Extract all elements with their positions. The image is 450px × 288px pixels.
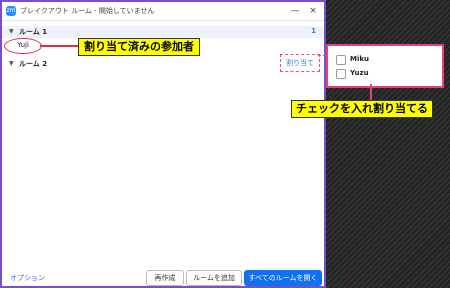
room-name: ルーム 1 [19, 28, 48, 36]
room-participant-count: 1 [311, 27, 316, 35]
minimize-icon[interactable]: — [288, 5, 302, 17]
options-link[interactable]: オプション [10, 273, 45, 283]
recreate-button[interactable]: 再作成 [146, 270, 184, 286]
participant-yuji[interactable]: Yuji [4, 38, 42, 54]
assigned-participant-callout: 割り当て済みの参加者 [78, 38, 200, 56]
zoom-app-icon: zm [6, 6, 16, 16]
checkbox[interactable] [336, 69, 346, 79]
checkbox[interactable] [336, 55, 346, 65]
assign-link-room-2[interactable]: 割り当て [280, 54, 320, 72]
dashed-connector [318, 55, 326, 56]
participant-option-label: Yuzu [350, 69, 369, 77]
participant-name: Yuji [17, 41, 29, 49]
room-row-1[interactable]: ▼ ルーム 1 1 [2, 26, 324, 38]
caret-down-icon[interactable]: ▼ [9, 28, 14, 35]
open-all-rooms-button[interactable]: すべてのルームを開く [244, 270, 322, 286]
participant-option-label: Miku [350, 55, 370, 63]
title-bar: zm ブレイクアウト ルーム - 開始していません — × [2, 2, 324, 21]
assign-popup: Miku Yuzu [326, 44, 444, 88]
close-icon[interactable]: × [306, 5, 320, 17]
room-name: ルーム 2 [19, 60, 48, 68]
add-room-button[interactable]: ルームを追加 [186, 270, 242, 286]
check-assign-callout: チェックを入れ割り当てる [291, 100, 433, 118]
window-title: ブレイクアウト ルーム - 開始していません [20, 7, 155, 15]
room-row-2[interactable]: ▼ ルーム 2 [2, 58, 324, 70]
caret-down-icon[interactable]: ▼ [9, 60, 14, 67]
callout-connector [40, 45, 78, 47]
popup-connector [370, 84, 372, 100]
